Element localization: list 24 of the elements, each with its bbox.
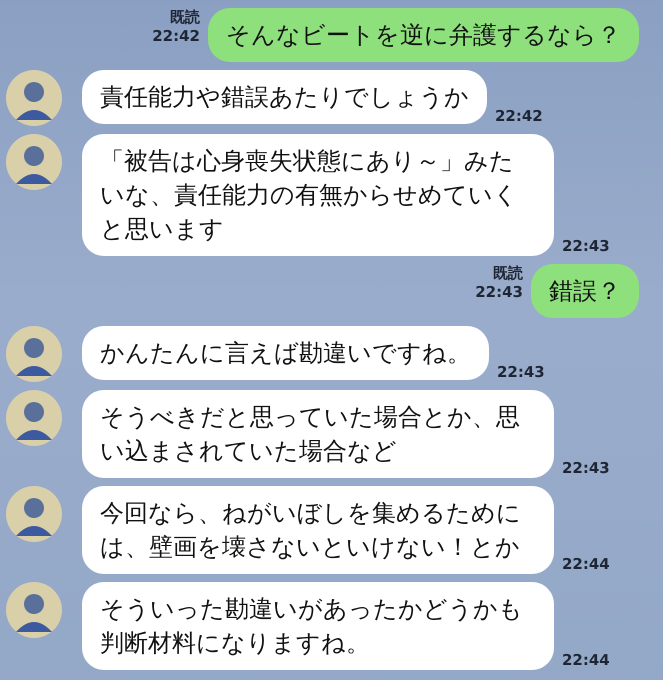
message-bubble: 今回なら、ねがいぼしを集めるためには、壁画を壊さないといけない！とか xyxy=(82,486,554,574)
message-bubble: そんなビートを逆に弁護するなら？ xyxy=(208,8,639,62)
avatar-icon[interactable] xyxy=(6,134,62,190)
message-bubble: そういった勘違いがあったかどうかも判断材料になりますね。 xyxy=(82,582,554,670)
timestamp: 22:42 xyxy=(152,27,200,46)
message-bubble: そうべきだと思っていた場合とか、思い込まされていた場合など xyxy=(82,390,554,478)
message-bubble: かんたんに言えば勘違いですね。 xyxy=(82,326,489,380)
timestamp: 22:44 xyxy=(562,555,610,574)
avatar-icon[interactable] xyxy=(6,326,62,382)
read-receipt: 既読 xyxy=(170,8,200,27)
timestamp: 22:43 xyxy=(497,363,545,382)
timestamp: 22:42 xyxy=(495,107,543,126)
message-bubble: 錯誤？ xyxy=(531,264,639,318)
message-bubble: 責任能力や錯誤あたりでしょうか xyxy=(82,70,487,124)
avatar-icon[interactable] xyxy=(6,390,62,446)
avatar-icon[interactable] xyxy=(6,486,62,542)
avatar-icon[interactable] xyxy=(6,582,62,638)
timestamp: 22:44 xyxy=(562,651,610,670)
read-receipt: 既読 xyxy=(493,264,523,283)
message-bubble: 「被告は心身喪失状態にあり～」みたいな、責任能力の有無からせめていくと思います xyxy=(82,134,554,256)
timestamp: 22:43 xyxy=(562,237,610,256)
timestamp: 22:43 xyxy=(475,283,523,302)
timestamp: 22:43 xyxy=(562,459,610,478)
avatar-icon[interactable] xyxy=(6,70,62,126)
